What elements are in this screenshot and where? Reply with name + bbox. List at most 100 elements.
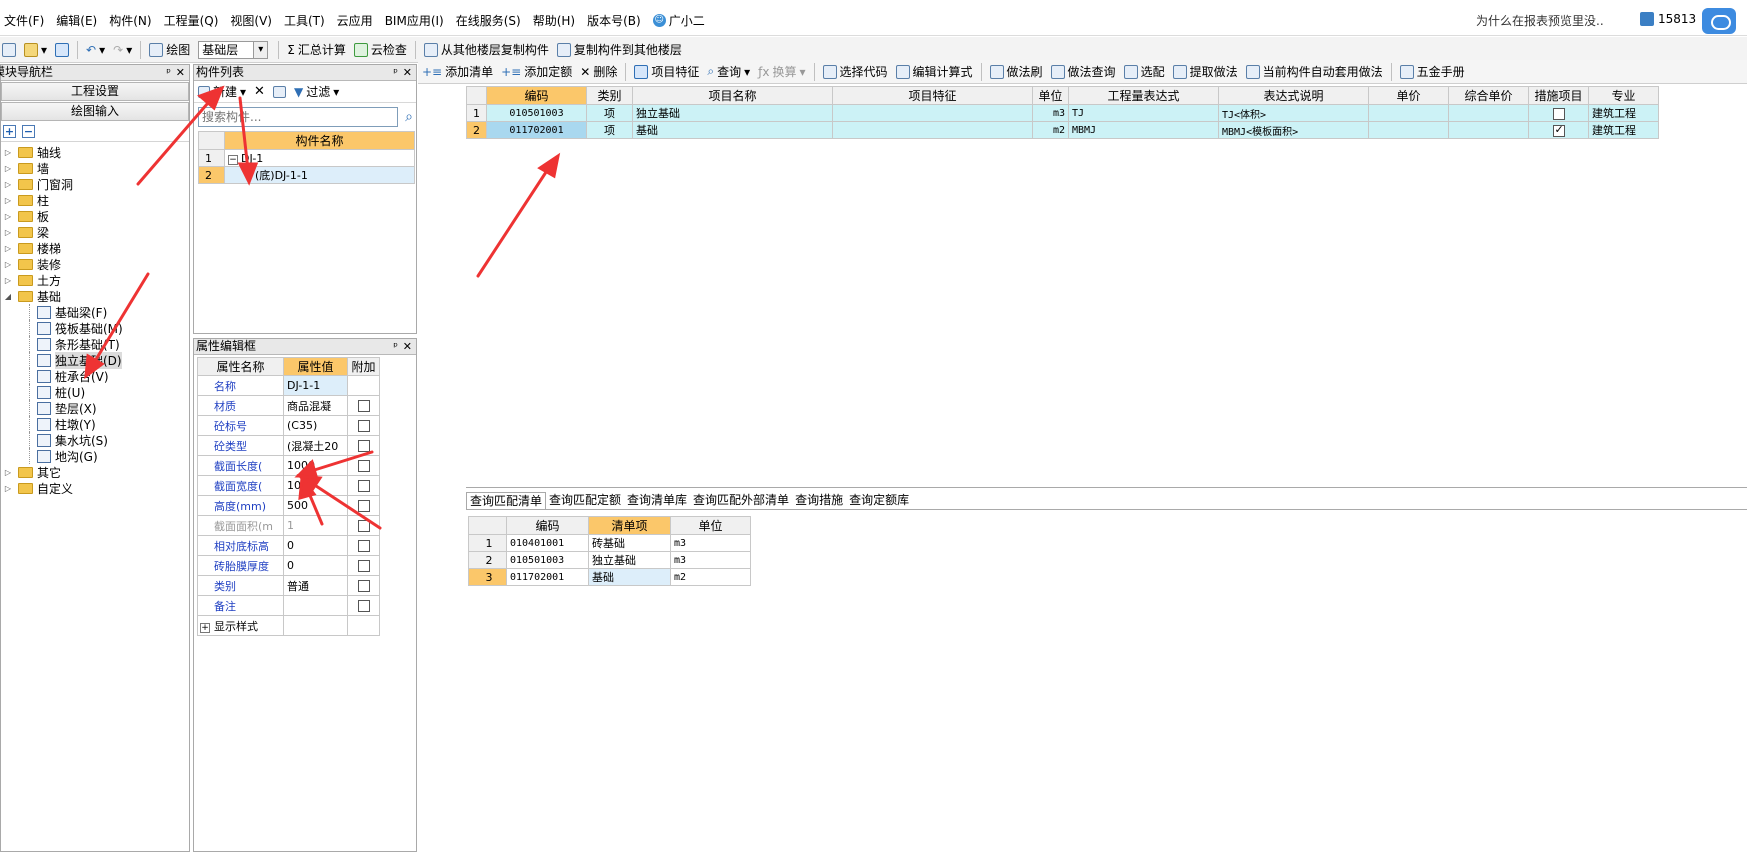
tree-child-foundation-beam[interactable]: 基础梁(F) [1, 304, 189, 320]
property-checkbox[interactable] [357, 580, 370, 592]
expand-arrow-icon[interactable]: ▷ [3, 148, 13, 157]
filter-button[interactable]: ▼ 过滤 ▾ [294, 83, 339, 100]
drawing-input-button[interactable]: 绘图输入 [1, 102, 189, 121]
tree-child-pile[interactable]: 桩(U) [1, 384, 189, 400]
expr-cell[interactable]: MBMJ [1068, 121, 1219, 139]
table-row[interactable]: 1 − DJ-1 [198, 149, 415, 167]
table-row[interactable]: 1 010501003 项 独立基础 m3 TJ TJ<体积> 建筑工程 [466, 104, 1659, 122]
menu-online[interactable]: 在线服务(S) [456, 12, 521, 29]
delete-icon[interactable]: ✕ [254, 84, 265, 99]
expand-arrow-icon[interactable]: ▷ [3, 260, 13, 269]
property-value[interactable]: 1000 [283, 475, 348, 496]
menu-component[interactable]: 构件(N) [109, 12, 151, 29]
code-cell[interactable]: 010501003 [486, 104, 587, 122]
name-cell[interactable]: 基础 [632, 121, 833, 139]
tree-node-wall[interactable]: ▷ 墙 [1, 160, 189, 176]
result-unit-cell[interactable]: m2 [670, 568, 751, 586]
name-cell[interactable]: 独立基础 [632, 104, 833, 122]
property-row[interactable]: 截面面积(m 1 [197, 515, 380, 536]
expand-arrow-icon[interactable]: ▷ [3, 484, 13, 493]
tab-query-list-library[interactable]: 查询清单库 [624, 492, 690, 509]
table-row[interactable]: 3 011702001 基础 m2 [468, 568, 751, 586]
tree-child-isolated-foundation[interactable]: 独立基础(D) [1, 351, 189, 369]
tab-query-match-list[interactable]: 查询匹配清单 [466, 492, 547, 509]
property-value[interactable]: DJ-1-1 [283, 375, 348, 396]
close-icon[interactable]: ✕ [176, 65, 185, 80]
match-button[interactable]: 选配 [1123, 63, 1165, 80]
tab-query-quota-library[interactable]: 查询定额库 [846, 492, 912, 509]
component-search-input[interactable] [199, 108, 397, 126]
new-component-button[interactable]: 新建 ▾ [198, 83, 246, 100]
property-value[interactable]: (C35) [283, 415, 348, 436]
type-cell[interactable]: 项 [586, 121, 633, 139]
expand-arrow-icon[interactable]: ▷ [3, 468, 13, 477]
method-query-button[interactable]: 做法查询 [1050, 63, 1116, 80]
property-row[interactable]: 砼标号 (C35) [197, 415, 380, 436]
table-row[interactable]: 2 011702001 项 基础 m2 MBMJ MBMJ<模板面积> 建筑工程 [466, 121, 1659, 139]
property-row[interactable]: 材质 商品混凝 [197, 395, 380, 416]
pin-icon[interactable]: ᵖ [393, 339, 398, 354]
cloud-check-button[interactable]: 云检查 [353, 41, 407, 58]
price-cell[interactable] [1368, 104, 1449, 122]
expand-arrow-icon[interactable]: ▷ [3, 164, 13, 173]
type-cell[interactable]: 项 [586, 104, 633, 122]
property-row[interactable]: 名称 DJ-1-1 [197, 375, 380, 396]
feature-cell[interactable] [832, 121, 1033, 139]
menu-edit[interactable]: 编辑(E) [56, 12, 97, 29]
tree-node-decoration[interactable]: ▷ 装修 [1, 256, 189, 272]
draw-button[interactable]: 绘图 [149, 41, 190, 58]
menu-bim[interactable]: BIM应用(I) [385, 12, 444, 29]
property-checkbox[interactable] [357, 420, 370, 432]
expand-arrow-icon[interactable]: ▷ [3, 244, 13, 253]
menu-assistant[interactable]: ☺ 广小二 [652, 12, 705, 29]
copy-to-floor-button[interactable]: 复制构件到其他楼层 [556, 41, 682, 58]
result-unit-cell[interactable]: m3 [670, 534, 751, 552]
property-checkbox[interactable] [357, 460, 370, 472]
extract-method-button[interactable]: 提取做法 [1172, 63, 1238, 80]
display-style-cell[interactable]: + 显示样式 [197, 615, 284, 636]
property-row[interactable]: 砖胎膜厚度 0 [197, 555, 380, 576]
measure-checkbox[interactable] [1552, 123, 1565, 137]
expand-all-icon[interactable]: + [3, 125, 16, 138]
property-checkbox[interactable] [357, 400, 370, 412]
tree-child-strip-foundation[interactable]: 条形基础(T) [1, 336, 189, 352]
delete-button[interactable]: ✕ 删除 [580, 63, 617, 80]
property-value[interactable]: 0 [283, 535, 348, 556]
unit-cell[interactable]: m2 [1032, 121, 1069, 139]
property-checkbox[interactable] [357, 520, 370, 532]
tree-node-opening[interactable]: ▷ 门窗洞 [1, 176, 189, 192]
add-list-button[interactable]: +≡ 添加清单 [422, 63, 493, 80]
tree-node-other[interactable]: ▷ 其它 [1, 464, 189, 480]
expand-arrow-icon[interactable]: ▷ [3, 180, 13, 189]
method-brush-button[interactable]: 做法刷 [989, 63, 1043, 80]
tree-node-custom[interactable]: ▷ 自定义 [1, 480, 189, 496]
pin-icon[interactable]: ᵖ [166, 65, 171, 80]
result-item-cell[interactable]: 独立基础 [588, 551, 671, 569]
property-row[interactable]: 类别 普通 [197, 575, 380, 596]
tree-child-pile-cap[interactable]: 桩承台(V) [1, 368, 189, 384]
undo-button[interactable]: ↶ ▾ [86, 43, 105, 57]
search-icon[interactable]: ⌕ [399, 108, 419, 128]
property-row[interactable]: 截面宽度( 1000 [197, 475, 380, 496]
edit-formula-button[interactable]: 编辑计算式 [895, 63, 973, 80]
property-value[interactable]: 0 [283, 555, 348, 576]
major-cell[interactable]: 建筑工程 [1588, 121, 1659, 139]
tree-child-column-pier[interactable]: 柱墩(Y) [1, 416, 189, 432]
new-file-button[interactable] [2, 42, 16, 57]
query-button[interactable]: ⌕ 查询 ▾ [707, 63, 750, 80]
menu-version[interactable]: 版本号(B) [587, 12, 641, 29]
open-button[interactable]: ▾ [24, 42, 47, 57]
user-box[interactable]: 15813 [1640, 8, 1696, 30]
select-code-button[interactable]: 选择代码 [822, 63, 888, 80]
table-row[interactable]: 1 010401001 砖基础 m3 [468, 534, 751, 552]
expand-arrow-icon[interactable]: ▷ [3, 228, 13, 237]
component-name-cell[interactable]: (底)DJ-1-1 [224, 166, 415, 184]
property-value[interactable]: 500 [283, 495, 348, 516]
tree-node-axis[interactable]: ▷ 轴线 [1, 144, 189, 160]
notice-link[interactable]: 为什么在报表预览里没.. [1476, 12, 1604, 29]
tree-collapse-icon[interactable]: − [228, 154, 238, 165]
floor-select[interactable]: 基础层 [198, 40, 269, 59]
unit-cell[interactable]: m3 [1032, 104, 1069, 122]
menu-help[interactable]: 帮助(H) [533, 12, 575, 29]
property-value[interactable]: 商品混凝 [283, 395, 348, 416]
